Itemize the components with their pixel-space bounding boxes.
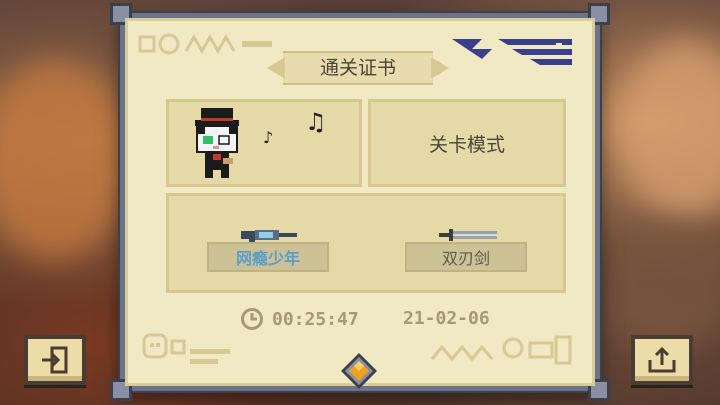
gem-icon: [341, 353, 377, 389]
clock-icon: [241, 308, 263, 330]
share-button[interactable]: [631, 335, 693, 385]
certificate-title: 通关证书: [283, 51, 433, 85]
exit-icon: [42, 346, 68, 374]
share-icon: [648, 346, 676, 373]
time-value: 00:25:47: [272, 308, 359, 330]
weapon-2-label: 双刃剑: [405, 242, 527, 272]
double-sword-icon: [439, 229, 497, 241]
exit-button[interactable]: [24, 335, 86, 385]
music-note-icon: ♪: [263, 128, 274, 147]
mode-panel: 关卡模式: [368, 99, 566, 187]
cat-gentleman-icon: [195, 108, 239, 178]
certificate-paper: 通关证书 ♪ ♫ 关卡模式 网瘾少年 双刃剑 00:25:47 21-02-06: [125, 18, 595, 386]
background-blur-bottom-right: [600, 220, 720, 350]
mode-label: 关卡模式: [428, 133, 505, 156]
clear-time: 00:25:47: [240, 304, 359, 334]
decorative-pattern-bottom: [430, 335, 572, 365]
gun-icon: [241, 230, 297, 242]
background-blur-right: [620, 40, 720, 220]
character-panel: ♪ ♫: [166, 99, 362, 187]
music-note-icon: ♫: [305, 108, 327, 136]
decorative-skull-pattern: [142, 333, 230, 364]
certificate-frame: 通关证书 ♪ ♫ 关卡模式 网瘾少年 双刃剑 00:25:47 21-02-06: [110, 3, 610, 401]
background-blur-left: [0, 60, 130, 260]
weapon-1-label: 网瘾少年: [207, 242, 329, 272]
decorative-pattern: [136, 29, 286, 59]
decorative-wings: [452, 35, 572, 71]
